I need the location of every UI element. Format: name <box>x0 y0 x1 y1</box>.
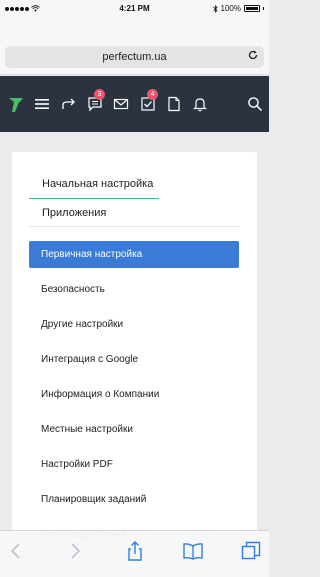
search-icon[interactable] <box>247 96 263 112</box>
menu-item-security[interactable]: Безопасность <box>29 276 239 303</box>
menu-item-task-scheduler[interactable]: Планировщик заданий <box>29 486 239 513</box>
browser-toolbar <box>0 530 269 577</box>
menu-item-primary-setup[interactable]: Первичная настройка <box>29 241 239 268</box>
tasks-button[interactable]: 4 <box>140 89 158 112</box>
url-text: perfectum.ua <box>102 51 167 63</box>
share-arrow-icon[interactable] <box>61 96 77 112</box>
menu-item-local-settings[interactable]: Местные настройки <box>29 416 239 443</box>
browser-address-area: perfectum.ua <box>0 20 269 75</box>
active-tab-underline <box>29 198 159 199</box>
bookmarks-icon[interactable] <box>183 541 203 561</box>
logo-icon[interactable] <box>8 96 24 114</box>
back-icon[interactable] <box>6 541 26 561</box>
battery-tip <box>263 7 264 10</box>
share-icon[interactable] <box>125 541 145 561</box>
app-header: 3 4 <box>0 76 269 132</box>
url-bar[interactable]: perfectum.ua <box>5 46 264 68</box>
messages-badge: 3 <box>94 89 105 100</box>
menu-item-other-settings[interactable]: Другие настройки <box>29 311 239 338</box>
ios-status-bar: 4:21 PM 100% <box>0 0 269 20</box>
tab-initial-setup[interactable]: Начальная настройка <box>42 178 153 190</box>
menu-item-google-integration[interactable]: Интеграция с Google <box>29 346 239 373</box>
tabs-icon[interactable] <box>241 541 261 561</box>
tab-divider <box>29 226 239 227</box>
status-right: 100% <box>212 4 264 13</box>
menu-item-company-info[interactable]: Информация о Компании <box>29 381 239 408</box>
menu-item-pdf-settings[interactable]: Настройки PDF <box>29 451 239 478</box>
tab-applications[interactable]: Приложения <box>42 207 106 219</box>
bell-icon[interactable] <box>192 96 208 112</box>
menu-icon[interactable] <box>34 96 50 112</box>
tasks-badge: 4 <box>147 89 158 100</box>
battery-icon <box>244 5 260 12</box>
document-icon[interactable] <box>166 96 182 112</box>
mail-icon[interactable] <box>113 96 129 112</box>
bluetooth-icon <box>212 4 218 13</box>
messages-button[interactable]: 3 <box>87 89 105 112</box>
forward-icon[interactable] <box>65 541 85 561</box>
battery-percent: 100% <box>220 4 241 13</box>
reload-icon[interactable] <box>247 49 259 61</box>
